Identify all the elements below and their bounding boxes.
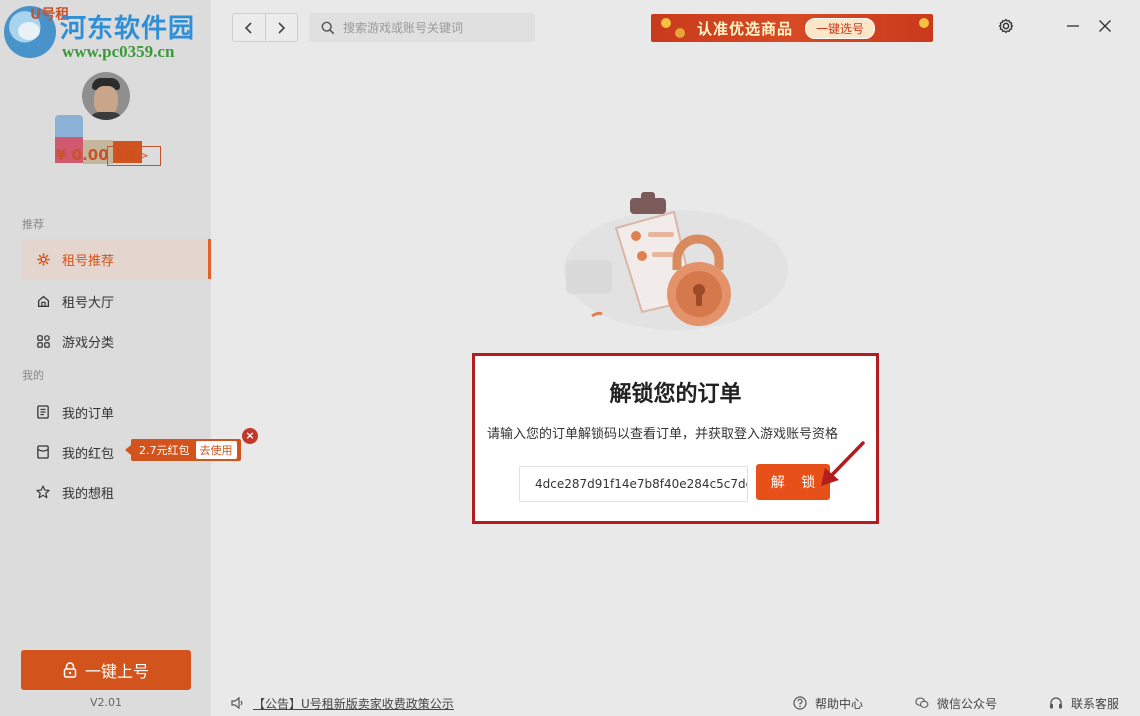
star-icon: [36, 485, 50, 499]
home-icon: [36, 294, 50, 308]
sidebar: U号租 河东软件园 www.pc0359.cn ¥ 0.00 充值 > 推荐 租…: [0, 0, 211, 716]
chevron-right-icon: [278, 21, 286, 34]
recharge-button[interactable]: 充值 >: [107, 146, 161, 166]
promo-banner[interactable]: 认准优选商品 一键选号: [651, 14, 933, 42]
search-input[interactable]: [343, 20, 523, 35]
section-label-mine: 我的: [22, 369, 44, 382]
promo-banner-button[interactable]: 一键选号: [805, 17, 876, 39]
announcement-link[interactable]: 【公告】U号租新版卖家收费政策公示: [231, 695, 454, 712]
minimize-icon[interactable]: [1064, 17, 1082, 35]
history-navigation: [232, 13, 298, 42]
document-icon: [36, 405, 50, 419]
annotation-arrow-icon: [821, 441, 865, 486]
unlock-code-input[interactable]: [519, 466, 748, 502]
avatar[interactable]: [82, 72, 130, 120]
sidebar-item-label: 租号推荐: [62, 253, 115, 269]
section-label-recommend: 推荐: [22, 218, 44, 231]
status-bar: 【公告】U号租新版卖家收费政策公示 帮助中心 微信公众号 联系客服: [211, 690, 1140, 716]
help-center-label: 帮助中心: [815, 696, 864, 711]
speaker-icon: [231, 696, 245, 710]
chevron-left-icon: [244, 21, 252, 34]
sidebar-item-label: 我的想租: [62, 486, 115, 502]
watermark-site-url: www.pc0359.cn: [62, 42, 175, 61]
close-window-icon[interactable]: [1096, 17, 1114, 35]
search-icon: [321, 21, 335, 34]
back-button[interactable]: [233, 14, 266, 41]
forward-button[interactable]: [266, 14, 298, 41]
one-key-login-button[interactable]: 一键上号: [21, 650, 191, 690]
grid-icon: [36, 334, 50, 348]
help-center-link[interactable]: 帮助中心: [793, 695, 863, 712]
gear-icon: [36, 252, 50, 266]
wechat-label: 微信公众号: [937, 696, 998, 711]
settings-gear-icon[interactable]: [997, 17, 1015, 35]
headset-icon: [1049, 696, 1063, 710]
search-bar[interactable]: [309, 13, 535, 42]
red-packet-coupon-tag[interactable]: 2.7元红包 去使用: [125, 439, 241, 461]
sidebar-item-label: 我的红包: [62, 446, 115, 462]
coupon-use-button[interactable]: 去使用: [195, 441, 237, 459]
announcement-text: 【公告】U号租新版卖家收费政策公示: [253, 696, 454, 711]
sidebar-item-label: 租号大厅: [62, 295, 115, 311]
one-key-login-label: 一键上号: [84, 662, 149, 681]
sidebar-item-my-wishlist[interactable]: 我的想租: [22, 472, 211, 512]
sidebar-item-label: 游戏分类: [62, 335, 115, 351]
sidebar-item-rent-recommend[interactable]: 租号推荐: [22, 239, 211, 279]
lock-icon: [63, 662, 77, 678]
watermark-site-name: 河东软件园: [60, 14, 196, 44]
close-icon[interactable]: ×: [242, 428, 258, 444]
wechat-official-link[interactable]: 微信公众号: [915, 695, 997, 712]
profile-badge-blur: [55, 115, 83, 137]
question-circle-icon: [793, 696, 807, 710]
locked-clipboard-illustration: [564, 192, 788, 330]
balance-amount: ¥ 0.00: [56, 146, 109, 164]
sidebar-item-rent-hall[interactable]: 租号大厅: [22, 281, 211, 321]
dialog-description: 请输入您的订单解锁码以查看订单，并获取登入游戏账号资格: [487, 427, 839, 442]
sidebar-item-game-category[interactable]: 游戏分类: [22, 321, 211, 361]
app-version: V2.01: [90, 696, 123, 709]
watermark: U号租 河东软件园 www.pc0359.cn: [0, 0, 210, 70]
promo-banner-text: 认准优选商品: [697, 19, 794, 38]
contact-service-label: 联系客服: [1071, 696, 1120, 711]
contact-service-link[interactable]: 联系客服: [1049, 695, 1119, 712]
sidebar-item-label: 我的订单: [62, 406, 115, 422]
dialog-title: 解锁您的订单: [609, 382, 742, 407]
wechat-icon: [915, 696, 929, 710]
coupon-amount: 2.7元红包: [139, 444, 190, 457]
wallet-icon: [36, 445, 50, 459]
sidebar-item-my-orders[interactable]: 我的订单: [22, 392, 211, 432]
unlock-order-dialog: 解锁您的订单 请输入您的订单解锁码以查看订单，并获取登入游戏账号资格 解 锁: [472, 353, 879, 524]
